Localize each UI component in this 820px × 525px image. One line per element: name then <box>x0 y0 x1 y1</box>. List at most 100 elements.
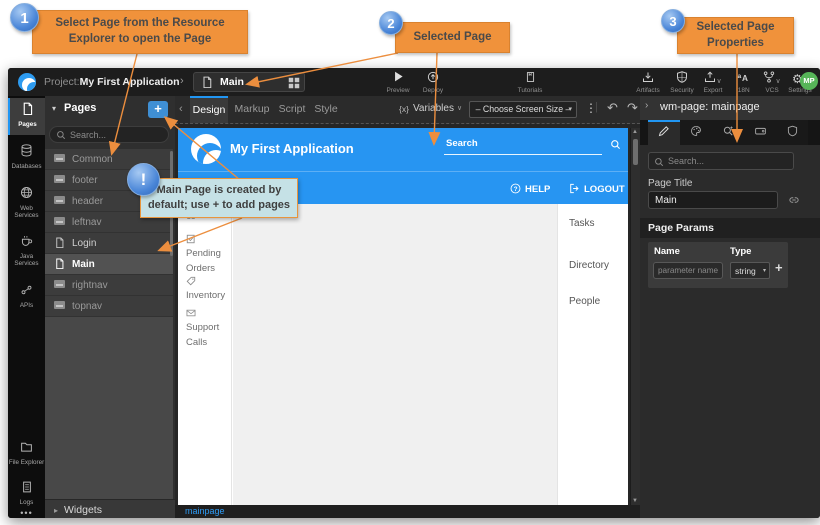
properties-title: wm-page: mainpage <box>660 101 760 113</box>
pages-list-empty-area <box>45 317 173 499</box>
variables-button[interactable]: Variables <box>413 103 454 114</box>
bind-link-icon[interactable] <box>788 194 800 206</box>
page-item-label: footer <box>72 175 98 186</box>
pages-label: Pages <box>10 121 45 128</box>
tab-styles[interactable] <box>680 120 712 145</box>
app-search-label[interactable]: Search <box>446 138 478 149</box>
translate-icon: aA <box>737 71 750 83</box>
nav-item-label: Inventory <box>186 290 225 301</box>
nav-item-support-calls[interactable]: Support Calls <box>186 307 230 350</box>
page-tab[interactable]: Main <box>193 72 305 92</box>
search-icon <box>654 157 664 167</box>
apis-label: APIs <box>8 302 45 309</box>
canvas-scrollbar[interactable]: ▲ ▼ <box>630 128 640 505</box>
right-nav-people[interactable]: People <box>569 296 600 307</box>
coffee-icon <box>20 234 33 247</box>
pages-search[interactable] <box>49 126 169 143</box>
tab-events[interactable] <box>712 120 744 145</box>
pages-panel-title: Pages <box>64 102 96 114</box>
collapse-chevron-icon[interactable]: ▾ <box>52 104 56 113</box>
right-nav-directory[interactable]: Directory <box>569 260 609 271</box>
page-item-login[interactable]: Login <box>45 233 173 254</box>
tab-style[interactable]: Style <box>310 96 342 123</box>
section-widgets[interactable]: ▸Widgets <box>45 499 175 518</box>
help-icon: ? <box>510 183 521 194</box>
device-icon <box>754 125 767 137</box>
select-arrow-icon: ▾ <box>568 102 572 117</box>
project-name: My First Application <box>80 76 180 88</box>
java-services-label: Java Services <box>8 253 45 267</box>
sidebar-item-java-services[interactable]: Java Services <box>8 230 45 272</box>
sidebar-item-pages[interactable]: Pages <box>8 98 45 135</box>
scroll-down-icon[interactable]: ▼ <box>632 498 638 504</box>
wavemaker-logo-icon <box>18 73 36 91</box>
undo-icon[interactable]: ↶ <box>607 100 618 116</box>
i18n-button[interactable]: aA i18N <box>728 70 758 95</box>
page-item-main[interactable]: Main <box>45 254 173 275</box>
tutorials-button[interactable]: Tutorials <box>508 70 552 95</box>
properties-search-input[interactable] <box>666 154 786 168</box>
more-options-button[interactable]: ••• <box>8 508 45 518</box>
app-logo-icon <box>191 134 221 164</box>
preview-button[interactable]: Preview <box>381 70 415 95</box>
right-nav-tasks[interactable]: Tasks <box>569 218 595 229</box>
add-page-button[interactable]: + <box>148 101 168 118</box>
properties-search[interactable] <box>648 152 794 170</box>
param-name-header: Name <box>654 246 680 257</box>
svg-text:?: ? <box>514 186 518 193</box>
breadcrumb[interactable]: mainpage <box>185 506 225 516</box>
svg-text:a: a <box>737 73 741 80</box>
scroll-up-icon[interactable]: ▲ <box>632 129 638 135</box>
export-button[interactable]: ∨ Export <box>696 70 730 95</box>
page-title-input[interactable] <box>648 191 778 209</box>
app-content-area[interactable] <box>233 204 557 505</box>
sidebar-item-logs[interactable]: Logs <box>8 476 45 510</box>
databases-label: Databases <box>8 163 45 170</box>
select-arrow-icon: ▾ <box>763 263 766 279</box>
variables-icon: {x} <box>399 104 409 114</box>
logout-link[interactable]: LOGOUT <box>584 184 625 195</box>
param-name-input[interactable] <box>653 262 723 279</box>
page-file-icon <box>54 237 65 248</box>
search-icon[interactable] <box>610 139 621 150</box>
app-header[interactable]: My First Application Search <box>178 128 628 171</box>
deploy-button[interactable]: Deploy <box>415 70 451 95</box>
sidebar-item-databases[interactable]: Databases <box>8 140 45 176</box>
play-icon <box>393 71 404 82</box>
globe-icon <box>20 186 33 199</box>
artifacts-button[interactable]: Artifacts <box>630 70 666 95</box>
redo-icon[interactable]: ↷ <box>627 100 638 116</box>
screen-size-select[interactable]: – Choose Screen Size – ▾ <box>469 101 577 118</box>
avatar[interactable]: MP <box>800 72 818 90</box>
tab-script[interactable]: Script <box>274 96 310 123</box>
tab-security[interactable] <box>776 120 808 145</box>
sidebar-item-web-services[interactable]: Web Services <box>8 182 45 224</box>
collapse-left-icon[interactable]: ‹ <box>179 103 183 115</box>
tab-markup[interactable]: Markup <box>232 96 272 123</box>
tab-design[interactable]: Design <box>190 96 228 123</box>
partial-icon <box>54 196 65 204</box>
nav-item-inventory[interactable]: Inventory <box>186 275 232 304</box>
tutorials-icon <box>525 71 536 83</box>
add-param-button[interactable]: + <box>775 260 783 275</box>
pages-search-input[interactable] <box>68 128 163 141</box>
collapse-panel-icon[interactable]: › <box>645 100 648 111</box>
page-item-topnav[interactable]: topnav <box>45 296 173 317</box>
project-breadcrumb: Project:My First Application <box>44 76 180 88</box>
page-item-label: Common <box>72 154 113 165</box>
step-badge-2: 2 <box>379 11 403 35</box>
page-params-title: Page Params <box>648 222 714 234</box>
tutorials-label: Tutorials <box>508 87 552 94</box>
tab-properties[interactable] <box>648 120 680 145</box>
security-button[interactable]: Security <box>664 70 700 95</box>
help-link[interactable]: HELP <box>525 184 550 195</box>
grid-icon[interactable] <box>288 77 300 89</box>
page-item-rightnav[interactable]: rightnav <box>45 275 173 296</box>
param-type-select[interactable]: string ▾ <box>730 262 770 279</box>
tab-devices[interactable] <box>744 120 776 145</box>
sidebar-item-file-explorer[interactable]: File Explorer <box>8 436 45 474</box>
page-item-label: leftnav <box>72 217 101 228</box>
nav-item-pending-orders[interactable]: Pending Orders <box>186 233 230 276</box>
page-file-icon <box>201 76 213 88</box>
sidebar-item-apis[interactable]: APIs <box>8 278 45 316</box>
